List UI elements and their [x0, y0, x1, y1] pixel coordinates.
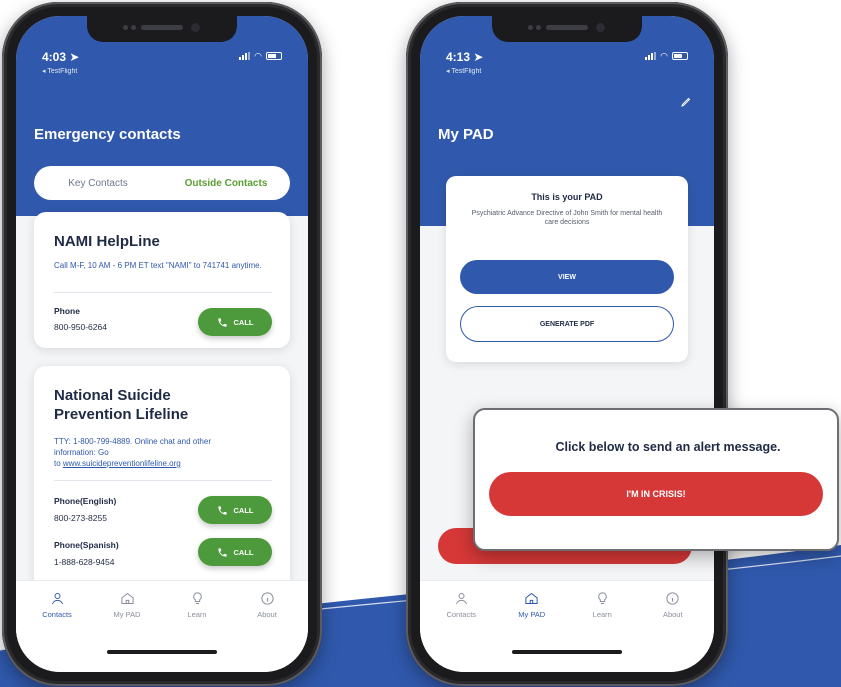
contact-description: TTY: 1-800-799-4889. Online chat and oth… — [54, 437, 211, 468]
wifi-icon: ◠ — [660, 51, 668, 61]
call-button-label: CALL — [233, 547, 254, 557]
battery-icon — [266, 52, 282, 60]
call-button-label: CALL — [233, 317, 254, 327]
page-title: Emergency contacts — [34, 126, 181, 143]
phone-number: 1-888-628-9454 — [54, 557, 115, 567]
call-button[interactable]: CALL — [198, 308, 272, 336]
camera-icon — [596, 23, 605, 32]
status-time: 4:13 — [446, 50, 471, 64]
contact-name: NAMI HelpLine — [54, 233, 160, 250]
alert-instruction: Click below to send an alert message. — [555, 440, 781, 454]
phone-icon — [217, 317, 227, 327]
phone-label: Phone(English) — [54, 496, 117, 506]
phone-label: Phone — [54, 306, 80, 316]
home-icon — [525, 592, 538, 604]
tab-about[interactable]: About — [638, 591, 709, 672]
phone-my-pad: 4:13 ➤ ◂ TestFlight ◠ My PAD This is you… — [406, 2, 728, 686]
tab-learn[interactable]: Learn — [162, 591, 232, 672]
pad-card: This is your PAD Psychiatric Advance Dir… — [446, 176, 688, 362]
contacts-segmented-control: Key Contacts Outside Contacts — [34, 166, 290, 200]
pad-subtitle: Psychiatric Advance Directive of John Sm… — [471, 210, 663, 226]
info-icon — [260, 592, 274, 605]
home-icon — [120, 592, 134, 604]
lifeline-website-link[interactable]: www.suicidepreventionlifeline.org — [63, 459, 181, 468]
battery-icon — [672, 52, 688, 60]
contact-description: Call M-F, 10 AM - 6 PM ET text "NAMI" to… — [54, 261, 262, 270]
signal-icon — [645, 52, 657, 60]
lightbulb-icon — [192, 592, 202, 604]
status-bar: 4:03 ➤ ◂ TestFlight ◠ — [42, 48, 282, 75]
tab-my-pad[interactable]: My PAD — [92, 591, 162, 672]
signal-icon — [239, 52, 251, 60]
pad-heading: This is your PAD — [531, 192, 603, 202]
tab-about[interactable]: About — [232, 591, 302, 672]
contacts-screen: 4:03 ➤ ◂ TestFlight ◠ Emergency contacts… — [16, 16, 308, 672]
tab-contacts[interactable]: Contacts — [426, 591, 497, 672]
page-title: My PAD — [438, 126, 494, 143]
testflight-back-link[interactable]: ◂ TestFlight — [42, 67, 282, 75]
divider — [54, 292, 272, 293]
view-button[interactable]: VIEW — [460, 260, 674, 294]
tab-contacts[interactable]: Contacts — [22, 591, 92, 672]
edit-pencil-icon[interactable] — [680, 96, 692, 108]
generate-pdf-button[interactable]: GENERATE PDF — [460, 306, 674, 342]
testflight-back-link[interactable]: ◂ TestFlight — [446, 67, 688, 75]
tab-learn[interactable]: Learn — [567, 591, 638, 672]
home-indicator — [512, 650, 622, 654]
tab-key-contacts[interactable]: Key Contacts — [34, 178, 162, 189]
tab-bar: Contacts My PAD Learn About — [420, 580, 714, 672]
phone-label: Phone(Spanish) — [54, 540, 119, 550]
call-button-label: CALL — [233, 505, 254, 515]
my-pad-screen: 4:13 ➤ ◂ TestFlight ◠ My PAD This is you… — [420, 16, 714, 672]
person-icon — [455, 593, 467, 605]
camera-icon — [191, 23, 200, 32]
phone-number: 800-273-8255 — [54, 513, 107, 523]
notch — [87, 16, 237, 42]
person-icon — [51, 593, 63, 605]
contact-name: National Suicide Prevention Lifeline — [54, 387, 189, 423]
info-icon — [666, 592, 679, 605]
phone-number: 800-950-6264 — [54, 322, 107, 332]
contact-card-nami: NAMI HelpLine Call M-F, 10 AM - 6 PM ET … — [34, 212, 290, 348]
home-indicator — [107, 650, 217, 654]
status-bar: 4:13 ➤ ◂ TestFlight ◠ — [446, 48, 688, 75]
tab-outside-contacts[interactable]: Outside Contacts — [162, 178, 290, 189]
tab-my-pad[interactable]: My PAD — [497, 591, 568, 672]
im-in-crisis-button[interactable]: I'M IN CRISIS! — [489, 472, 823, 516]
lightbulb-icon — [598, 592, 607, 604]
phone-contacts: 4:03 ➤ ◂ TestFlight ◠ Emergency contacts… — [2, 2, 322, 686]
phone-icon — [217, 547, 227, 557]
phone-icon — [217, 505, 227, 515]
divider — [54, 480, 272, 481]
contact-card-lifeline: National Suicide Prevention Lifeline TTY:… — [34, 366, 290, 592]
crisis-alert-callout: Click below to send an alert message. I'… — [473, 408, 839, 551]
tab-bar: Contacts My PAD Learn About — [16, 580, 308, 672]
wifi-icon: ◠ — [254, 51, 262, 61]
call-button[interactable]: CALL — [198, 538, 272, 566]
notch — [492, 16, 642, 42]
call-button[interactable]: CALL — [198, 496, 272, 524]
status-time: 4:03 — [42, 50, 67, 64]
